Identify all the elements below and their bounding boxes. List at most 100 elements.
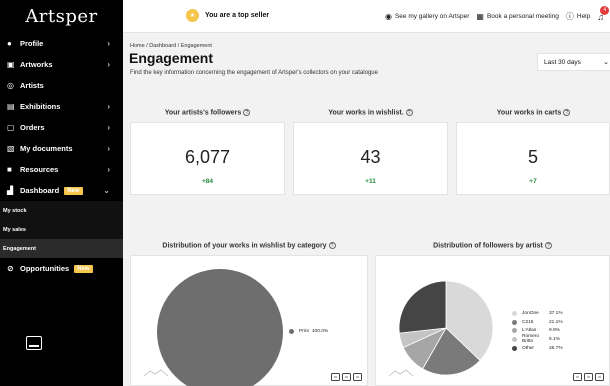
new-badge: New [64,186,83,195]
legend-label: Print [299,328,309,334]
main-content: Home / Dashboard / Engagement Engagement… [123,33,610,386]
chat-button[interactable] [26,336,42,350]
wishlist-pie-chart [157,269,283,386]
sidebar-item-opportunities[interactable]: ⊘ Opportunities New [0,258,123,279]
book-meeting-link[interactable]: ▦ Book a personal meeting [476,12,558,21]
user-icon: ● [7,39,12,48]
chevron-down-icon: ⌄ [603,59,609,66]
sidebar-item-artworks[interactable]: ▣ Artworks › [0,54,123,75]
legend-item[interactable]: JonOne 37.1% [512,309,563,318]
download-png-icon[interactable]: ▭ [331,373,340,381]
followers-label-text: Your artists's followers [164,109,242,117]
legend-item[interactable]: C215 21.1% [512,318,563,327]
download-png-icon[interactable]: ▭ [573,373,582,381]
top-bar: Artsper ★ You are a top seller ◉ See my … [0,0,610,33]
sidebar-item-orders[interactable]: ▢ Orders › [0,117,123,138]
artist-icon: ◎ [7,81,14,90]
sidebar-item-artists[interactable]: ◎ Artists [0,75,123,96]
download-pdf-icon[interactable]: ▭ [353,373,362,381]
wishlist-label: Your works in wishlist.? [293,109,448,116]
followers-label: Your artists's followers? [130,109,285,116]
followers-pie-chart [398,280,494,376]
sidebar-item-label: Exhibitions [20,102,61,111]
sidebar-item-label: Artworks [20,60,53,69]
documents-icon: ▧ [7,144,15,153]
wishlist-chart-card: Print 100.0% ▭ ▭ ▭ [130,255,368,386]
wishlist-legend: Print 100.0% [289,327,328,336]
followers-card: 6,077 +84 [130,122,285,195]
sidebar-item-exhibitions[interactable]: ▤ Exhibitions › [0,96,123,117]
notifications-button[interactable]: ♫ 4 [597,5,610,22]
resources-icon: ■ [7,165,12,174]
info-icon[interactable]: ? [405,109,413,116]
legend-label: L'Atlas [522,328,537,334]
globe-icon: ◉ [384,12,392,21]
book-meeting-label: Book a personal meeting [486,13,559,20]
sidebar-item-profile[interactable]: ● Profile › [0,33,123,54]
legend-item[interactable]: Other 26.7% [512,344,563,353]
pie-slice-print[interactable] [157,269,283,386]
info-icon[interactable]: ? [243,109,251,116]
followers-legend: JonOne 37.1% C215 21.1% L'Atlas 9.9% Romero Br… [512,309,563,352]
download-jpg-icon[interactable]: ▭ [584,373,593,381]
chevron-down-icon: ⌄ [103,186,110,195]
legend-value: 21.1% [549,319,563,325]
logo-area[interactable]: Artsper [0,0,123,33]
followers-delta: +84 [201,178,214,185]
legend-dot [289,328,294,334]
page-title: Engagement [129,50,214,66]
calendar-icon: ▦ [476,12,484,21]
carts-label: Your works in carts? [456,109,610,116]
artsper-watermark-icon [388,369,414,377]
sidebar-item-label: Resources [20,165,59,174]
legend-item[interactable]: Romero Britto 5.1% [512,334,563,345]
legend-dot [512,345,517,351]
image-icon: ▣ [7,60,15,69]
info-icon[interactable]: ? [563,109,571,116]
legend-item[interactable]: Print 100.0% [289,327,328,336]
legend-value: 5.1% [549,336,560,342]
sidebar-subitem-my-sales[interactable]: My sales [0,220,123,239]
sidebar-item-label: Orders [20,123,45,132]
legend-dot [512,328,517,334]
wishlist-card: 43 +11 [293,122,448,195]
followers-value: 6,077 [184,147,231,167]
sidebar-item-resources[interactable]: ■ Resources › [0,159,123,180]
sidebar-item-dashboard[interactable]: ▟ Dashboard New ⌄ [0,180,123,201]
wishlist-value: 43 [360,147,381,167]
wishlist-distribution-title: Distribution of your works in wishlist b… [130,242,368,249]
artsper-logo[interactable]: Artsper [25,6,97,27]
gallery-link[interactable]: ◉ See my gallery on Artsper [385,12,469,21]
legend-value: 26.7% [549,345,563,351]
chevron-right-icon: › [107,39,110,48]
wishlist-distribution-title-text: Distribution of your works in wishlist b… [162,242,327,250]
info-icon[interactable]: ? [328,242,336,249]
chevron-right-icon: › [107,144,110,153]
followers-distribution-title: Distribution of followers by artist? [375,242,610,249]
download-icons: ▭ ▭ ▭ [571,373,604,381]
chevron-right-icon: › [107,60,110,69]
chevron-right-icon: › [107,123,110,132]
period-select[interactable]: Last 30 days ⌄ [537,53,610,71]
help-link[interactable]: ⓘ Help [566,11,590,22]
followers-distribution-title-text: Distribution of followers by artist [433,242,543,250]
breadcrumb: Home / Dashboard / Engagement [130,43,212,49]
download-pdf-icon[interactable]: ▭ [595,373,604,381]
info-icon[interactable]: ? [544,242,552,249]
pie-slice-other[interactable] [398,280,447,334]
legend-label: Romero Britto [522,334,540,345]
sidebar-subitem-my-stock[interactable]: My stock [0,201,123,220]
sidebar-subitem-engagement[interactable]: Engagement [0,239,123,258]
sidebar-subitem-label: My sales [3,226,26,233]
wishlist-delta: +11 [365,178,376,185]
sidebar-item-label: My documents [20,144,73,153]
download-jpg-icon[interactable]: ▭ [342,373,351,381]
gallery-icon: ▤ [7,102,15,111]
sidebar-item-documents[interactable]: ▧ My documents › [0,138,123,159]
sidebar-item-label: Profile [20,39,44,48]
sidebar-item-label: Opportunities [20,264,70,273]
legend-label: Other [522,345,534,351]
notification-badge: 4 [600,5,610,15]
followers-chart-card: JonOne 37.1% C215 21.1% L'Atlas 9.9% Romero Br… [375,255,610,386]
legend-value: 37.1% [549,310,563,316]
